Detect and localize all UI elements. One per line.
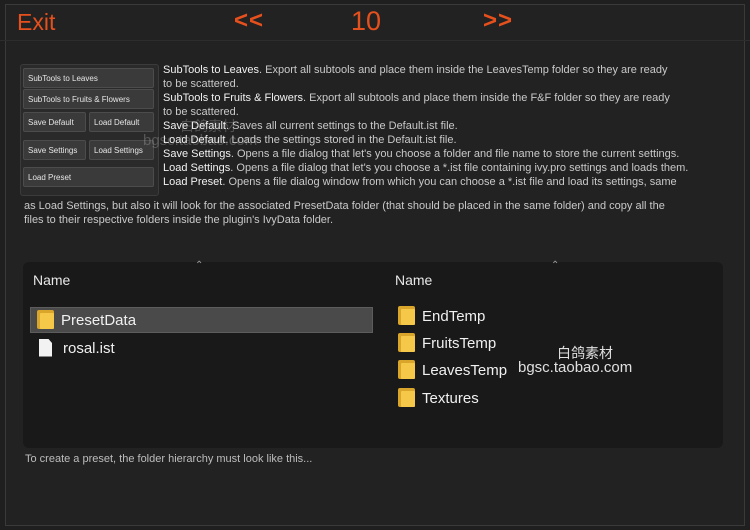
desc-load-settings-term: Load Settings bbox=[163, 162, 231, 174]
desc-load-settings-text: . Opens a file dialog that let's you cho… bbox=[230, 162, 689, 174]
page-number: 10 bbox=[351, 6, 382, 36]
list-item-endtemp[interactable]: EndTemp bbox=[398, 304, 598, 330]
desc-load-preset: Load Preset. Opens a file dialog window … bbox=[163, 175, 733, 189]
button-descriptions: SubTools to Leaves. Export all subtools … bbox=[163, 63, 733, 189]
folder-explorer: Name ⌃ Name ⌃ PresetData rosal.ist EndTe… bbox=[23, 260, 723, 448]
desc-save-settings: Save Settings. Opens a file dialog that … bbox=[163, 147, 733, 161]
top-bar: Exit << 10 >> bbox=[0, 0, 750, 41]
right-name-header[interactable]: Name bbox=[395, 272, 432, 288]
subtools-to-leaves-button[interactable]: SubTools to Leaves bbox=[23, 68, 154, 88]
list-item-label: rosal.ist bbox=[63, 340, 115, 357]
list-item-label: FruitsTemp bbox=[422, 335, 497, 352]
exit-button[interactable]: Exit bbox=[17, 9, 55, 36]
desc-save-default-text: . Saves all current settings to the Defa… bbox=[225, 120, 458, 132]
desc-load-preset-text: . Opens a file dialog window from which … bbox=[222, 176, 677, 188]
load-preset-button[interactable]: Load Preset bbox=[23, 167, 154, 187]
folder-icon bbox=[398, 360, 415, 380]
previous-page-button[interactable]: << bbox=[234, 7, 264, 35]
subtools-to-fruits-button[interactable]: SubTools to Fruits & Flowers bbox=[23, 89, 154, 109]
button-panel: SubTools to Leaves SubTools to Fruits & … bbox=[20, 64, 159, 196]
desc-leaves-term: SubTools to Leaves bbox=[163, 64, 260, 76]
left-sort-chevron-icon[interactable]: ⌃ bbox=[195, 260, 203, 271]
load-settings-button[interactable]: Load Settings bbox=[89, 140, 154, 160]
footer-caption: To create a preset, the folder hierarchy… bbox=[25, 453, 313, 465]
list-item-leavestemp[interactable]: LeavesTemp bbox=[398, 358, 598, 384]
list-item-presetdata[interactable]: PresetData bbox=[30, 307, 373, 333]
desc-save-default: Save Default. Saves all current settings… bbox=[163, 119, 733, 133]
desc-leaves-line-1: SubTools to Leaves. Export all subtools … bbox=[163, 63, 733, 77]
list-item-label: Textures bbox=[422, 390, 479, 407]
load-default-button[interactable]: Load Default bbox=[89, 112, 154, 132]
left-name-header[interactable]: Name bbox=[33, 272, 70, 288]
desc-fruits-line-1: SubTools to Fruits & Flowers. Export all… bbox=[163, 91, 733, 105]
list-item-label: PresetData bbox=[61, 312, 137, 329]
list-item-label: EndTemp bbox=[422, 308, 486, 325]
desc-load-default: Load Default. Loads the settings stored … bbox=[163, 133, 733, 147]
desc-load-default-term: Load Default bbox=[163, 134, 226, 146]
desc-load-settings: Load Settings. Opens a file dialog that … bbox=[163, 161, 733, 175]
folder-icon bbox=[398, 388, 415, 408]
desc-fruits-text: . Export all subtools and place them ins… bbox=[303, 92, 670, 104]
desc-leaves-line-2: to be scattered. bbox=[163, 78, 239, 90]
list-item-label: LeavesTemp bbox=[422, 362, 508, 379]
desc-load-default-text: . Loads the settings stored in the Defau… bbox=[225, 134, 457, 146]
right-sort-chevron-icon[interactable]: ⌃ bbox=[551, 260, 559, 271]
desc-load-preset-term: Load Preset bbox=[163, 176, 223, 188]
desc-fruits-line-2: to be scattered. bbox=[163, 106, 239, 118]
folder-icon bbox=[37, 310, 54, 330]
folder-icon bbox=[398, 306, 415, 326]
file-icon bbox=[39, 338, 52, 357]
desc-save-settings-term: Save Settings bbox=[163, 148, 231, 160]
desc-save-default-term: Save Default bbox=[163, 120, 226, 132]
list-item-textures[interactable]: Textures bbox=[398, 386, 598, 412]
list-item-rosal-ist[interactable]: rosal.ist bbox=[36, 336, 336, 362]
desc-save-settings-text: . Opens a file dialog that let's you cho… bbox=[230, 148, 680, 160]
list-item-fruitstemp[interactable]: FruitsTemp bbox=[398, 331, 598, 357]
desc-wrap-line-1: as Load Settings, but also it will look … bbox=[24, 200, 665, 212]
next-page-button[interactable]: >> bbox=[483, 7, 513, 35]
desc-wrap-line-2: files to their respective folders inside… bbox=[24, 214, 334, 226]
save-settings-button[interactable]: Save Settings bbox=[23, 140, 86, 160]
save-default-button[interactable]: Save Default bbox=[23, 112, 86, 132]
load-preset-description-continued: as Load Settings, but also it will look … bbox=[24, 199, 734, 227]
desc-fruits-term: SubTools to Fruits & Flowers bbox=[163, 92, 303, 104]
desc-leaves-text: . Export all subtools and place them ins… bbox=[259, 64, 668, 76]
folder-icon bbox=[398, 333, 415, 353]
